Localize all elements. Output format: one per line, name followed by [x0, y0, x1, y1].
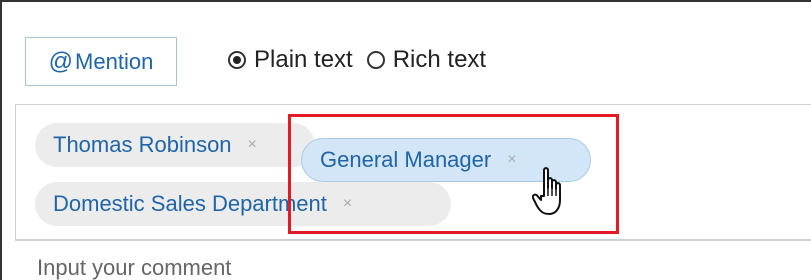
radio-checked-icon	[228, 51, 246, 69]
chip-label: Domestic Sales Department	[53, 191, 327, 216]
recipient-chip-thomas-robinson[interactable]: Thomas Robinson ×	[35, 123, 315, 167]
radio-rich-text-label: Rich text	[392, 46, 487, 73]
radio-plain-text[interactable]: Plain text	[228, 46, 353, 74]
radio-plain-text-label: Plain text	[254, 46, 353, 73]
chip-label: General Manager	[320, 147, 492, 172]
radio-rich-text[interactable]: Rich text	[366, 46, 487, 74]
mention-button[interactable]: @ Mention	[25, 37, 177, 86]
close-icon[interactable]: ×	[507, 151, 516, 169]
chip-label: Thomas Robinson	[53, 132, 232, 157]
radio-unchecked-icon	[366, 51, 385, 69]
close-icon[interactable]: ×	[343, 195, 352, 213]
mention-label: Mention	[75, 48, 154, 74]
comment-input[interactable]	[15, 241, 811, 280]
recipient-chip-domestic-sales-department[interactable]: Domestic Sales Department ×	[35, 182, 451, 226]
close-icon[interactable]: ×	[248, 136, 257, 154]
comment-editor: @ Mention Plain text Rich text Thomas Ro…	[0, 0, 811, 280]
format-radio-group: Plain text Rich text	[228, 46, 500, 74]
hand-pointer-icon	[532, 167, 561, 215]
at-icon: @	[48, 47, 74, 75]
panel-border-top	[0, 0, 811, 2]
panel-border-left	[0, 0, 2, 280]
